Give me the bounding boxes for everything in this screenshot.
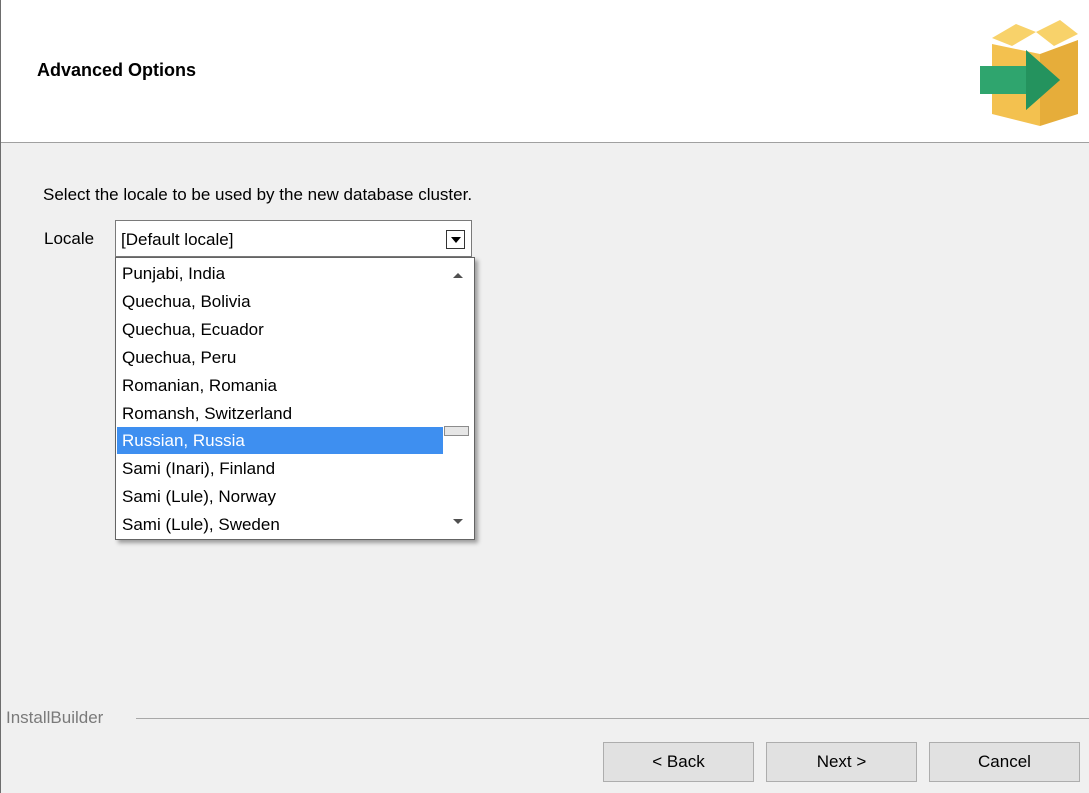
- locale-dropdown-list[interactable]: Punjabi, India Quechua, Bolivia Quechua,…: [115, 257, 475, 540]
- list-item[interactable]: Sami (Inari), Finland: [117, 455, 443, 482]
- scroll-up-arrow-icon[interactable]: [453, 273, 463, 278]
- cancel-button[interactable]: Cancel: [929, 742, 1080, 782]
- list-item-selected[interactable]: Russian, Russia: [117, 427, 443, 454]
- next-button[interactable]: Next >: [766, 742, 917, 782]
- scroll-down-arrow-icon[interactable]: [453, 519, 463, 524]
- dropdown-scrollbar[interactable]: [443, 259, 473, 538]
- list-item[interactable]: Quechua, Peru: [117, 344, 443, 371]
- scroll-thumb[interactable]: [444, 426, 469, 436]
- footer-divider: [136, 718, 1089, 719]
- list-item[interactable]: Quechua, Ecuador: [117, 316, 443, 343]
- installer-box-arrow-icon: [980, 20, 1078, 126]
- list-item[interactable]: Sami (Lule), Sweden: [117, 511, 443, 538]
- installbuilder-brand: InstallBuilder: [6, 708, 108, 728]
- locale-label: Locale: [44, 229, 95, 248]
- locale-select[interactable]: [Default locale]: [115, 220, 472, 257]
- list-item[interactable]: Romanian, Romania: [117, 372, 443, 399]
- instruction-text: Select the locale to be used by the new …: [43, 185, 473, 204]
- list-item[interactable]: Romansh, Switzerland: [117, 400, 443, 427]
- locale-select-value: [Default locale]: [121, 230, 234, 249]
- page-title: Advanced Options: [37, 60, 197, 80]
- list-item[interactable]: Sami (Lule), Norway: [117, 483, 443, 510]
- chevron-down-icon[interactable]: [446, 230, 465, 249]
- list-item[interactable]: Punjabi, India: [117, 260, 443, 287]
- wizard-header: Advanced Options: [1, 0, 1089, 143]
- list-item[interactable]: Quechua, Bolivia: [117, 288, 443, 315]
- back-button[interactable]: < Back: [603, 742, 754, 782]
